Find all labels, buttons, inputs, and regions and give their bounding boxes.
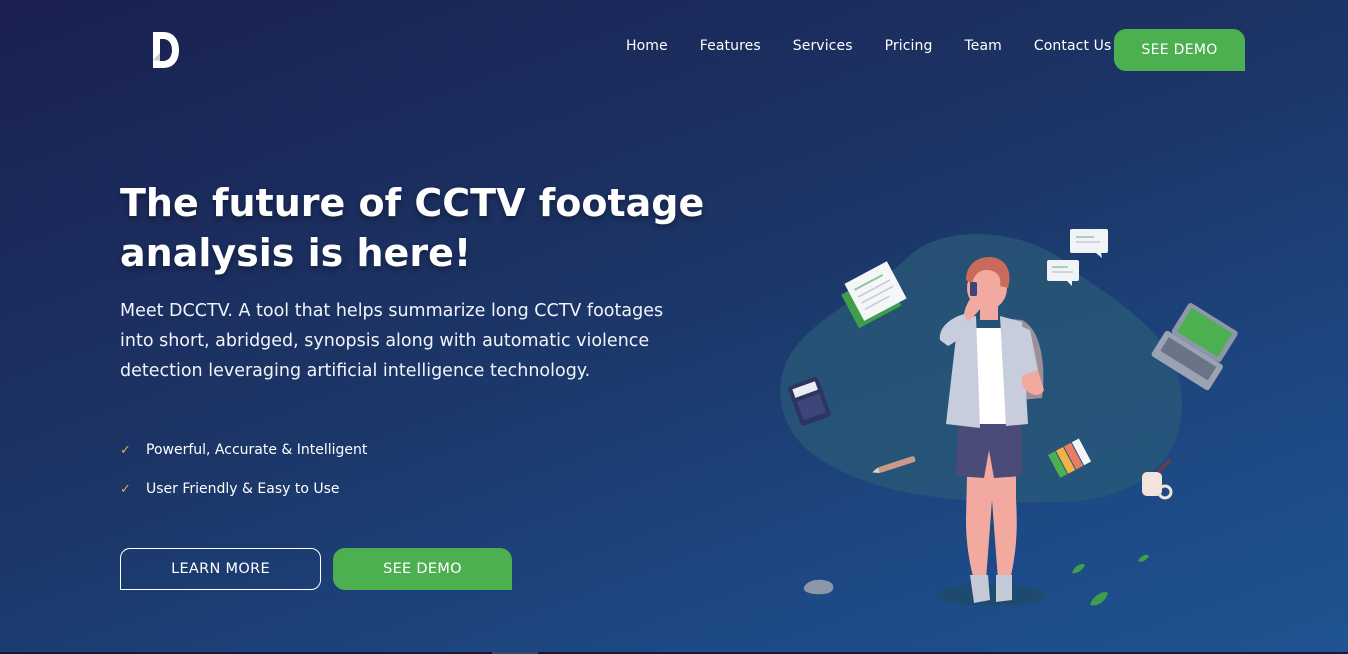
feature-label: Powerful, Accurate & Intelligent bbox=[146, 442, 368, 458]
feature-item: ✓ Powerful, Accurate & Intelligent bbox=[120, 438, 367, 462]
see-demo-button-hero[interactable]: SEE DEMO bbox=[333, 548, 512, 590]
logo[interactable] bbox=[150, 30, 182, 70]
feature-item: ✓ User Friendly & Easy to Use bbox=[120, 477, 367, 501]
nav-item-contact[interactable]: Contact Us bbox=[1034, 38, 1111, 54]
leaf-icon bbox=[1072, 563, 1085, 574]
nav-item-features[interactable]: Features bbox=[700, 38, 761, 54]
chat-bubble-icon bbox=[1070, 229, 1108, 258]
rock-icon bbox=[803, 579, 834, 595]
hero-title: The future of CCTV footage analysis is h… bbox=[120, 181, 705, 275]
nav-item-team[interactable]: Team bbox=[964, 38, 1001, 54]
feature-list: ✓ Powerful, Accurate & Intelligent ✓ Use… bbox=[120, 438, 367, 516]
nav-item-home[interactable]: Home bbox=[626, 38, 668, 54]
leaf-icon bbox=[1138, 554, 1149, 562]
feature-label: User Friendly & Easy to Use bbox=[146, 481, 340, 497]
hero-illustration bbox=[780, 229, 1238, 606]
see-demo-button-nav[interactable]: SEE DEMO bbox=[1114, 29, 1245, 71]
hero-description: Meet DCCTV. A tool that helps summarize … bbox=[120, 301, 664, 381]
nav-item-pricing[interactable]: Pricing bbox=[885, 38, 933, 54]
learn-more-button[interactable]: LEARN MORE bbox=[120, 548, 321, 590]
nav-item-services[interactable]: Services bbox=[793, 38, 853, 54]
leaf-icon bbox=[1090, 592, 1108, 606]
logo-d-icon bbox=[153, 32, 179, 68]
main-nav: Home Features Services Pricing Team Cont… bbox=[610, 38, 1127, 54]
ground-shadow bbox=[935, 584, 1045, 606]
check-icon: ✓ bbox=[120, 481, 131, 497]
check-icon: ✓ bbox=[120, 442, 131, 458]
